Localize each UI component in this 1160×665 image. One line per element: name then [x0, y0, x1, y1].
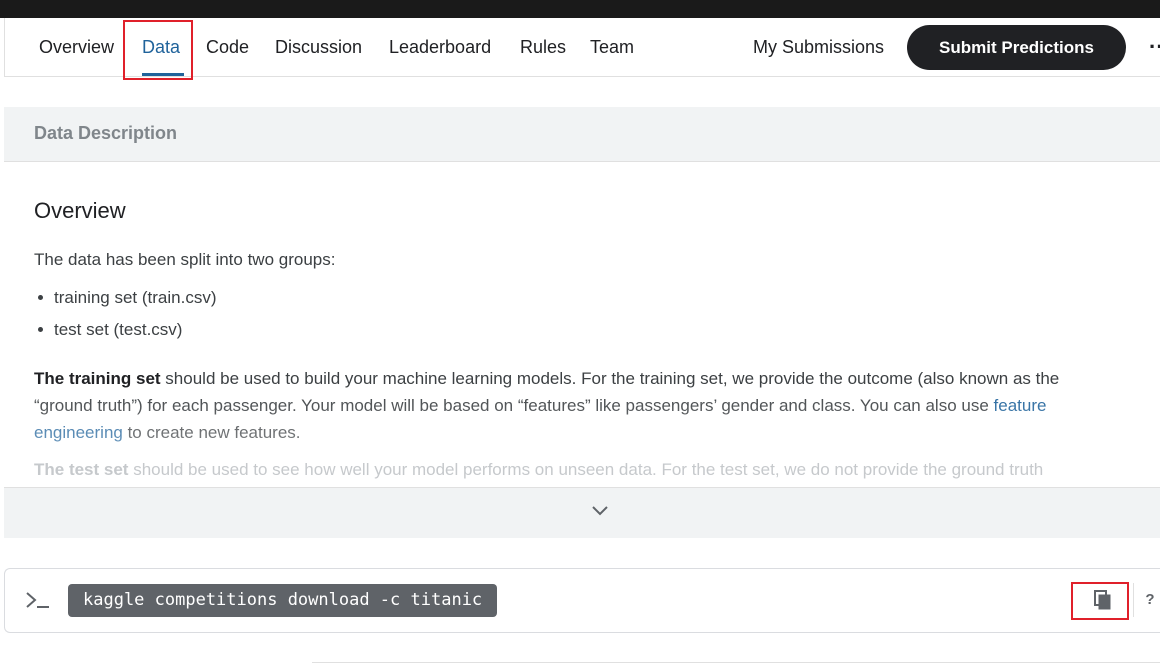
intro-text: The data has been split into two groups:: [34, 250, 336, 269]
bullet-dot: [38, 294, 43, 300]
list-item: test set (test.csv): [38, 320, 182, 340]
copy-icon: [1094, 590, 1111, 610]
top-banner-strip: [0, 0, 1160, 18]
copy-button[interactable]: [1083, 585, 1123, 615]
list-item: training set (train.csv): [38, 288, 217, 308]
cli-command-text[interactable]: kaggle competitions download -c titanic: [68, 584, 498, 617]
overview-heading: Overview: [34, 198, 126, 223]
tab-data-label: Data: [142, 37, 181, 57]
data-description-header: Data Description: [4, 107, 1160, 162]
more-horizontal-icon[interactable]: ··: [1149, 36, 1160, 58]
list-item-text: training set (train.csv): [54, 288, 217, 307]
test-set-bold: The test set: [34, 460, 129, 479]
tab-code[interactable]: Code: [206, 18, 249, 76]
terminal-icon: [26, 592, 49, 608]
submit-predictions-button[interactable]: Submit Predictions: [907, 25, 1126, 70]
bullet-dot: [38, 326, 43, 332]
chevron-down-icon: [592, 506, 608, 516]
competition-nav-bar: Overview Data Code Discussion Leaderboar…: [4, 18, 1160, 77]
tab-overview[interactable]: Overview: [39, 18, 114, 76]
feature-engineering-link-part2[interactable]: engineering: [34, 423, 123, 442]
feature-engineering-link-part1[interactable]: feature: [994, 396, 1047, 415]
training-set-paragraph: The training set should be used to build…: [34, 365, 1160, 446]
tab-team[interactable]: Team: [590, 18, 634, 76]
training-line-3: to create new features.: [122, 423, 301, 442]
expand-description-button[interactable]: [4, 487, 1160, 538]
list-item-text: test set (test.csv): [54, 320, 183, 339]
test-set-text: should be used to see how well your mode…: [128, 460, 1044, 479]
my-submissions-link[interactable]: My Submissions: [753, 18, 884, 76]
test-set-paragraph: The test set should be used to see how w…: [34, 460, 1160, 480]
tab-rules[interactable]: Rules: [520, 18, 566, 76]
cli-command-box: kaggle competitions download -c titanic …: [4, 568, 1160, 633]
active-tab-indicator: [142, 73, 184, 76]
tab-discussion[interactable]: Discussion: [275, 18, 362, 76]
tab-leaderboard[interactable]: Leaderboard: [389, 18, 491, 76]
cli-help-button[interactable]: ?: [1133, 583, 1160, 617]
divider: [312, 662, 1160, 663]
tab-data[interactable]: Data: [128, 18, 194, 76]
training-line-1: should be used to build your machine lea…: [160, 369, 1060, 388]
data-description-title: Data Description: [34, 123, 178, 143]
training-line-2: “ground truth”) for each passenger. Your…: [34, 396, 989, 415]
training-set-bold: The training set: [34, 369, 161, 388]
